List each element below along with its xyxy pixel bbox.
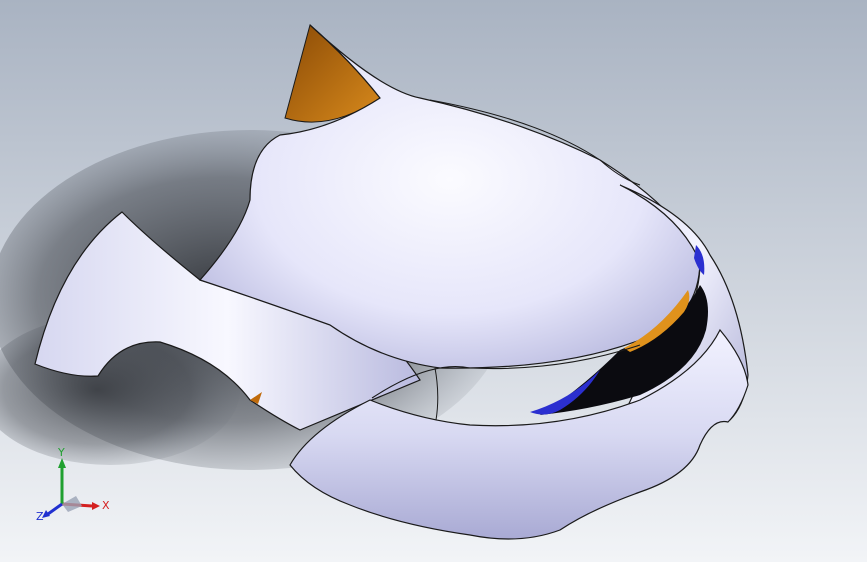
triad-z-label: Z xyxy=(36,510,44,523)
orientation-triad[interactable]: X Y Z xyxy=(36,446,116,526)
triad-z-axis xyxy=(47,502,63,516)
triad-x-arrow xyxy=(92,502,100,510)
model-scene[interactable] xyxy=(0,0,867,562)
triad-plane xyxy=(62,496,82,512)
triad-x-label: X xyxy=(102,499,110,512)
graphics-viewport[interactable]: X Y Z xyxy=(0,0,867,562)
triad-y-label: Y xyxy=(57,446,65,459)
triad-y-arrow xyxy=(58,458,66,468)
